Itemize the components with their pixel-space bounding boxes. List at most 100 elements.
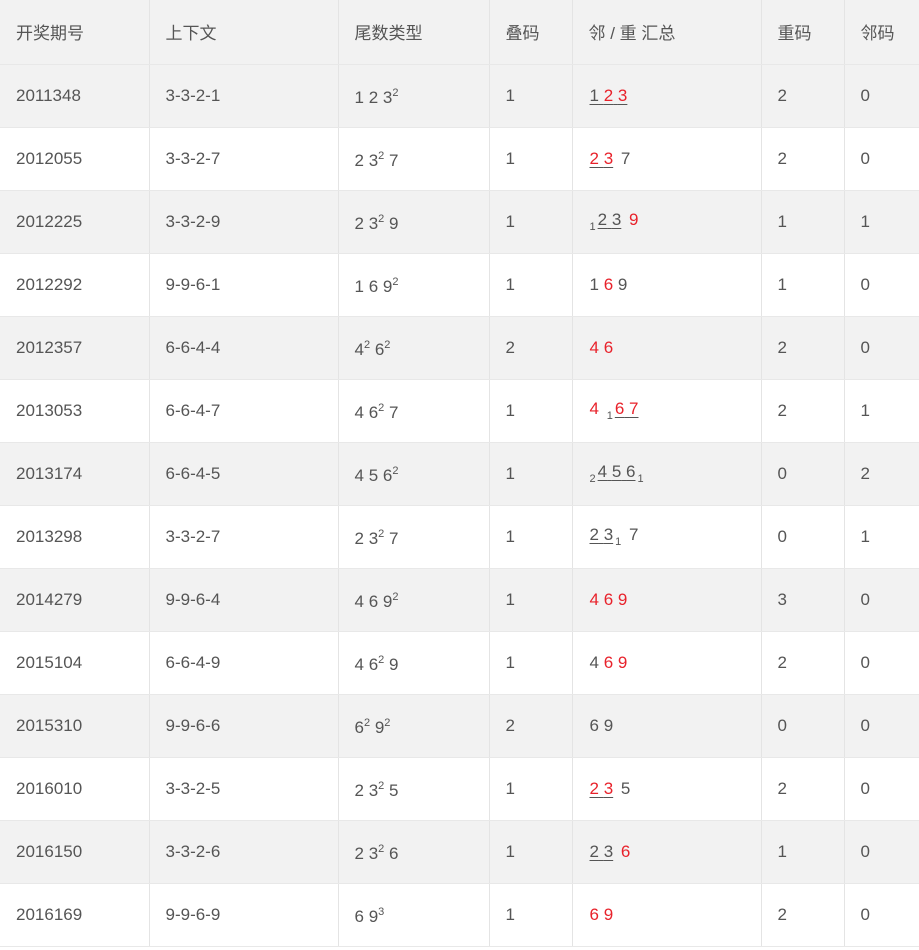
tail-digit: 6: [368, 277, 379, 296]
overlap-cell: 1: [489, 64, 573, 128]
digit-group: 4 6: [589, 338, 615, 358]
summary-digit: 2: [589, 525, 599, 544]
lottery-history-table: 开奖期号 上下文 尾数类型 叠码 邻 / 重 汇总 重码 邻码 2011348 3…: [0, 0, 919, 947]
col-overlap-header: 叠码: [489, 0, 573, 65]
summary-cell: 4 16 7: [572, 379, 762, 443]
tail-exponent: 3: [378, 906, 385, 918]
tail-exponent: 2: [392, 87, 399, 99]
digit-group: 1 2 3: [589, 86, 629, 106]
tail-type-cell: 42 62: [338, 316, 490, 380]
summary-token: 7: [620, 149, 631, 169]
digit-group: 4 6 9: [589, 653, 629, 673]
tail-digit: 32: [368, 780, 385, 800]
summary-cell: 2 3 5: [572, 757, 762, 821]
overlap-cell: 2: [489, 694, 573, 758]
tail-digit: 2: [354, 781, 364, 800]
tail-digit: 7: [389, 529, 399, 548]
table-row: 2013174 6-6-4-5 4 5 62 1 2 4 5 61 02: [0, 442, 919, 506]
issue-cell: 2015310: [0, 694, 150, 758]
summary-token: 5: [620, 779, 631, 799]
summary-digit: 3: [617, 85, 628, 105]
tail-type-cell: 1 2 32: [338, 64, 490, 128]
summary-token: 6: [620, 842, 631, 862]
tail-digit: 32: [368, 843, 385, 863]
tail-digit: 92: [382, 276, 399, 296]
repeat-cell: 2: [761, 316, 845, 380]
summary-cell: 4 6 9: [572, 568, 762, 632]
tail-digit: 1: [354, 88, 364, 107]
table-row: 2011348 3-3-2-1 1 2 32 1 1 2 3 20: [0, 64, 919, 128]
tail-exponent: 2: [363, 717, 371, 729]
repeat-cell: 3: [761, 568, 845, 632]
adjacent-cell: 0: [844, 757, 919, 821]
tail-digit: 2: [354, 151, 364, 170]
tail-digit: 7: [389, 151, 399, 170]
tail-exponent: 2: [392, 276, 399, 288]
tail-type-cell: 4 62 9: [338, 631, 490, 695]
col-context-header: 上下文: [149, 0, 339, 65]
tail-type-cell: 4 5 62: [338, 442, 490, 506]
tail-digit: 2: [354, 214, 364, 233]
issue-cell: 2014279: [0, 568, 150, 632]
context-cell: 6-6-4-4: [149, 316, 339, 380]
summary-cell: 24 5 61: [572, 442, 762, 506]
context-cell: 3-3-2-5: [149, 757, 339, 821]
summary-digit: 6: [620, 841, 631, 861]
summary-digit: 1: [589, 85, 599, 105]
overlap-cell: 1: [489, 127, 573, 191]
tail-digit: 1: [354, 277, 364, 296]
summary-digit: 5: [611, 462, 622, 481]
table-row: 2013053 6-6-4-7 4 62 714 16 7 21: [0, 379, 919, 443]
issue-cell: 2013174: [0, 442, 150, 506]
digit-group: 6 9: [589, 716, 615, 736]
tail-digit: 7: [389, 403, 399, 422]
tail-exponent: 2: [378, 150, 385, 162]
tail-exponent: 2: [378, 213, 385, 225]
tail-type-cell: 2 32 6: [338, 820, 490, 884]
multiplier: 1: [606, 410, 613, 422]
digit-group: 4 5 6: [597, 462, 637, 482]
summary-digit: 6: [614, 399, 625, 418]
summary-token: 9: [628, 210, 639, 230]
tail-digit: 4: [354, 655, 364, 674]
tail-exponent: 2: [378, 528, 385, 540]
issue-cell: 2013053: [0, 379, 150, 443]
summary-token: 2 3: [589, 779, 615, 799]
summary-cell: 12 3 9: [572, 190, 762, 254]
tail-digit: 92: [382, 591, 399, 611]
summary-cell: 2 3 7: [572, 127, 762, 191]
tail-exponent: 2: [378, 780, 385, 792]
summary-digit: 4: [589, 337, 599, 357]
summary-token: 6 9: [589, 716, 615, 736]
summary-token: 2 3: [589, 149, 615, 169]
tail-digit: 2: [354, 844, 364, 863]
summary-digit: 9: [603, 904, 614, 924]
summary-digit: 6: [603, 652, 614, 672]
summary-token: 6 9: [589, 905, 615, 925]
summary-token: 4 6 9: [589, 590, 629, 610]
summary-digit: 9: [617, 652, 628, 672]
tail-digit: 2: [354, 529, 364, 548]
digit-group: 2 3: [589, 525, 615, 545]
adjacent-cell: 0: [844, 883, 919, 947]
tail-type-cell: 4 62 7: [338, 379, 490, 443]
overlap-cell: 1: [489, 190, 573, 254]
table-row: 2012292 9-9-6-1 1 6 92 1 1 6 9 10: [0, 253, 919, 317]
summary-digit: 6: [589, 715, 599, 735]
col-tail-type-header: 尾数类型: [338, 0, 490, 65]
table-row: 2012055 3-3-2-7 2 32 712 3 7 20: [0, 127, 919, 191]
summary-digit: 4: [589, 589, 599, 609]
summary-digit: 9: [603, 715, 614, 735]
summary-token: 7: [628, 525, 639, 545]
digit-group: 6 7: [614, 399, 640, 419]
adjacent-cell: 0: [844, 694, 919, 758]
summary-token: 12 3: [589, 210, 623, 233]
multiplier: 1: [589, 221, 596, 233]
summary-digit: 6: [603, 274, 614, 294]
summary-digit: 6: [626, 462, 636, 481]
tail-digit: 6: [354, 907, 364, 926]
tail-exponent: 2: [392, 465, 399, 477]
overlap-cell: 1: [489, 253, 573, 317]
context-cell: 6-6-4-7: [149, 379, 339, 443]
tail-type-cell: 4 6 92: [338, 568, 490, 632]
